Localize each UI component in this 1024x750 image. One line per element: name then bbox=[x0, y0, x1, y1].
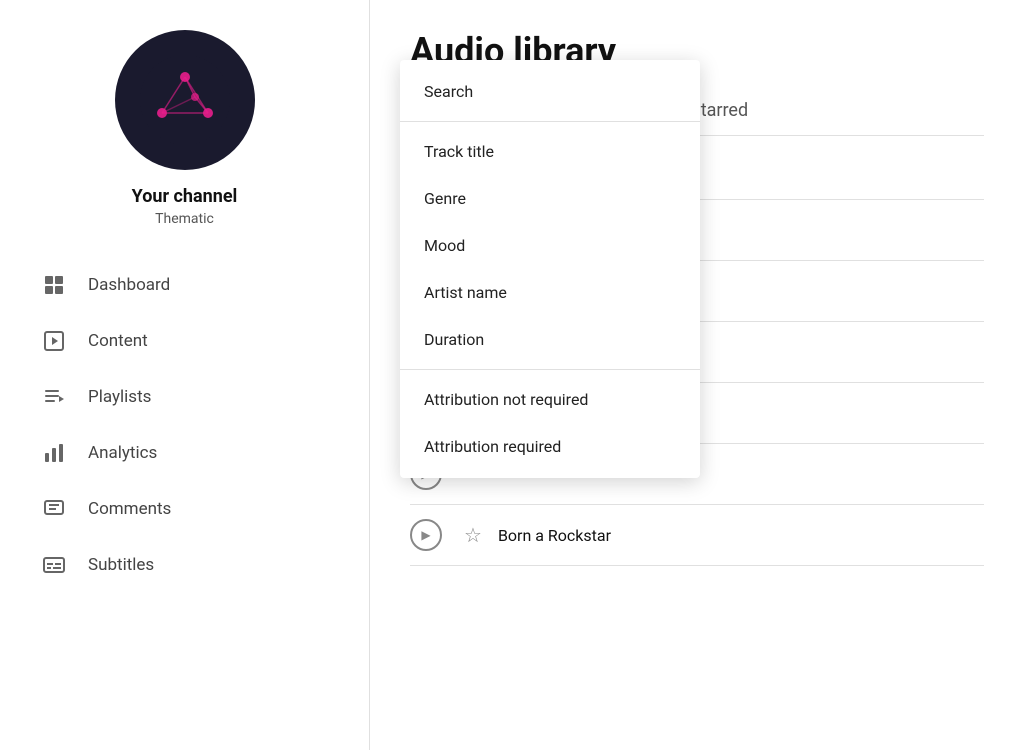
track-name: Born a Rockstar bbox=[498, 526, 611, 545]
dropdown-item-attribution-not-required[interactable]: Attribution not required bbox=[400, 376, 700, 423]
analytics-icon bbox=[40, 439, 68, 467]
dropdown-item-duration[interactable]: Duration bbox=[400, 316, 700, 363]
sidebar-label-dashboard: Dashboard bbox=[88, 275, 170, 295]
dropdown-item-artist-name[interactable]: Artist name bbox=[400, 269, 700, 316]
dropdown-divider bbox=[400, 121, 700, 122]
dropdown-divider-2 bbox=[400, 369, 700, 370]
channel-name: Your channel bbox=[132, 186, 238, 207]
dropdown-item-attribution-required[interactable]: Attribution required bbox=[400, 423, 700, 470]
sidebar-item-comments[interactable]: Comments bbox=[0, 481, 369, 537]
filter-dropdown: Search Track title Genre Mood Artist nam… bbox=[400, 60, 700, 478]
sidebar-item-content[interactable]: Content bbox=[0, 313, 369, 369]
sidebar-item-dashboard[interactable]: Dashboard bbox=[0, 257, 369, 313]
dashboard-icon bbox=[40, 271, 68, 299]
content-icon bbox=[40, 327, 68, 355]
sidebar-label-analytics: Analytics bbox=[88, 443, 157, 463]
channel-logo-icon bbox=[140, 55, 230, 145]
star-button[interactable]: ☆ bbox=[464, 523, 482, 547]
dropdown-item-search[interactable]: Search bbox=[400, 68, 700, 115]
play-button[interactable]: ▶ bbox=[410, 519, 442, 551]
dropdown-item-track-title[interactable]: Track title bbox=[400, 128, 700, 175]
sidebar-item-analytics[interactable]: Analytics bbox=[0, 425, 369, 481]
sidebar-item-playlists[interactable]: Playlists bbox=[0, 369, 369, 425]
sidebar-item-subtitles[interactable]: Subtitles bbox=[0, 537, 369, 593]
sidebar-label-comments: Comments bbox=[88, 499, 171, 519]
comments-icon bbox=[40, 495, 68, 523]
channel-subtitle: Thematic bbox=[155, 211, 214, 227]
playlists-icon bbox=[40, 383, 68, 411]
channel-avatar bbox=[115, 30, 255, 170]
subtitles-icon bbox=[40, 551, 68, 579]
dropdown-item-genre[interactable]: Genre bbox=[400, 175, 700, 222]
sidebar: Your channel Thematic Dashboard bbox=[0, 0, 370, 750]
nav-list: Dashboard Content Playlists bbox=[0, 257, 369, 593]
main-content: Audio library Free music Sound effects S… bbox=[370, 0, 1024, 750]
sidebar-label-playlists: Playlists bbox=[88, 387, 151, 407]
dropdown-item-mood[interactable]: Mood bbox=[400, 222, 700, 269]
sidebar-label-content: Content bbox=[88, 331, 148, 351]
table-row: ▶ ☆ Born a Rockstar bbox=[410, 505, 984, 566]
sidebar-label-subtitles: Subtitles bbox=[88, 555, 154, 575]
